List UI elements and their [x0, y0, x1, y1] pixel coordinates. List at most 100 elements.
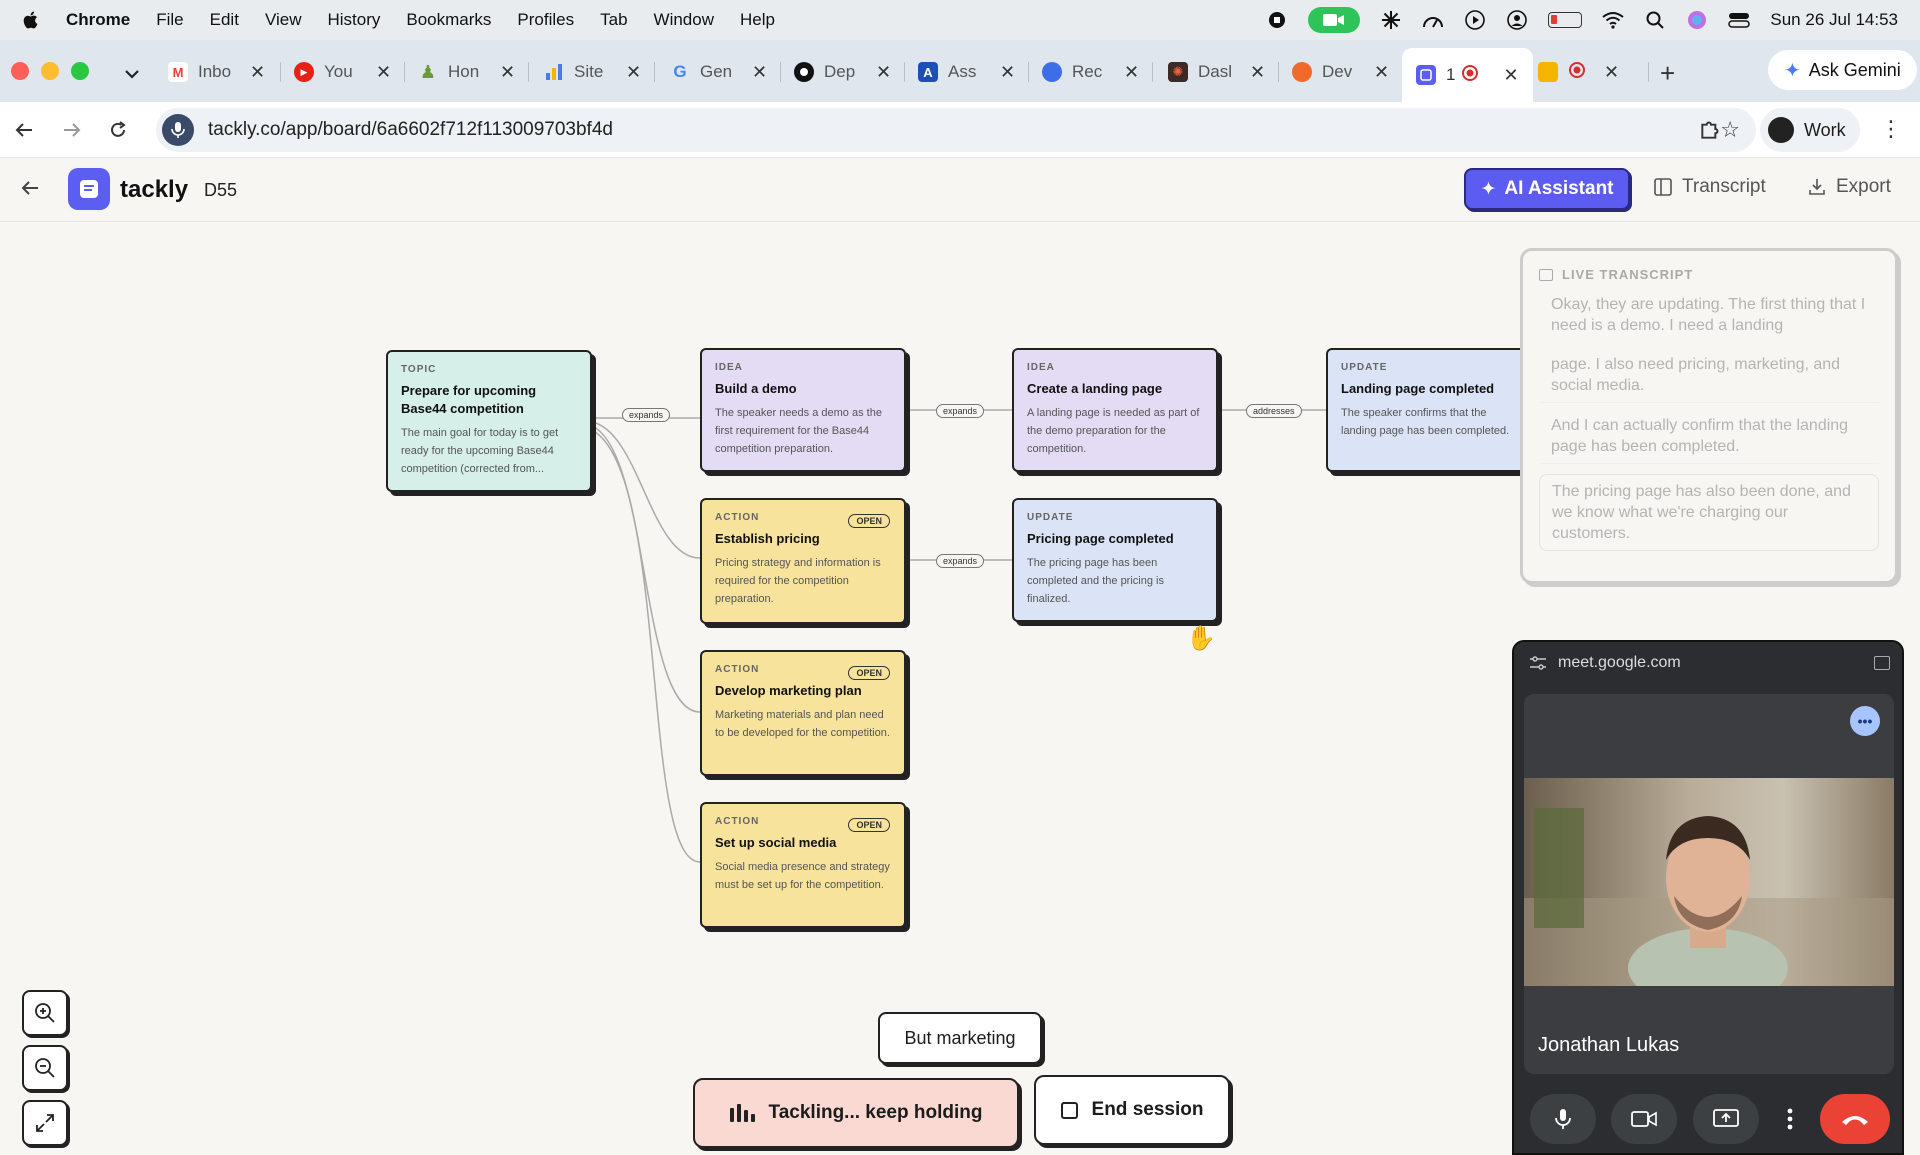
- action-card[interactable]: ACTION OPEN Set up social media Social m…: [700, 802, 906, 928]
- close-icon[interactable]: ✕: [1250, 62, 1265, 83]
- zoom-out-button[interactable]: [22, 1045, 68, 1091]
- extensions-icon[interactable]: [1698, 116, 1724, 142]
- transcript-button[interactable]: Transcript: [1654, 176, 1766, 198]
- tab-label: Dev: [1322, 62, 1353, 81]
- close-icon[interactable]: ✕: [1124, 62, 1139, 83]
- card-type: UPDATE: [1027, 512, 1074, 523]
- export-label: Export: [1836, 176, 1891, 197]
- new-tab-button[interactable]: +: [1660, 58, 1675, 89]
- end-call-button[interactable]: [1820, 1094, 1891, 1144]
- tab-tackly-active[interactable]: 1 ✕: [1402, 48, 1533, 102]
- mic-toggle-button[interactable]: [1529, 1094, 1596, 1144]
- profile-button[interactable]: Work: [1760, 108, 1860, 152]
- tab-recording[interactable]: Rec ✕: [1042, 52, 1139, 92]
- close-icon[interactable]: ✕: [500, 62, 515, 83]
- meet-pip-window[interactable]: meet.google.com ••• Jonathan Lukas: [1512, 640, 1904, 1155]
- tab-youtube[interactable]: ▶ You ✕: [294, 52, 391, 92]
- fit-view-button[interactable]: [22, 1100, 68, 1146]
- more-options-icon[interactable]: •••: [1850, 706, 1880, 736]
- close-icon[interactable]: ✕: [250, 62, 265, 83]
- siri-icon[interactable]: [1686, 9, 1708, 31]
- close-icon[interactable]: ✕: [1503, 65, 1518, 86]
- transcript-line: page. I also need pricing, marketing, an…: [1539, 348, 1879, 403]
- play-icon[interactable]: [1464, 9, 1486, 31]
- download-icon: [1809, 179, 1825, 195]
- url-text[interactable]: tackly.co/app/board/6a6602f712f113009703…: [208, 119, 613, 141]
- control-center-icon[interactable]: [1728, 9, 1751, 31]
- menu-app-name[interactable]: Chrome: [66, 10, 130, 30]
- reload-button[interactable]: [104, 116, 132, 144]
- tab-chess[interactable]: ♟ Hon ✕: [418, 52, 515, 92]
- gauge-icon[interactable]: [1422, 9, 1444, 31]
- asterisk-icon[interactable]: [1380, 9, 1402, 31]
- export-button[interactable]: Export: [1808, 176, 1891, 198]
- tab-search-button[interactable]: [124, 54, 140, 94]
- transcript-label: Transcript: [1682, 176, 1766, 197]
- present-screen-button[interactable]: [1692, 1094, 1759, 1144]
- tab-google[interactable]: G Gen ✕: [670, 52, 767, 92]
- idea-card[interactable]: IDEA Create a landing page A landing pag…: [1012, 348, 1218, 472]
- close-icon[interactable]: ✕: [876, 62, 891, 83]
- window-close-button[interactable]: [11, 62, 29, 80]
- tab-atlassian[interactable]: A Ass ✕: [918, 52, 1015, 92]
- menu-view[interactable]: View: [265, 10, 302, 30]
- chrome-menu-icon[interactable]: ⋮: [1880, 116, 1902, 142]
- topic-card[interactable]: TOPIC Prepare for upcoming Base44 compet…: [386, 350, 592, 492]
- apple-icon[interactable]: [20, 9, 42, 31]
- close-icon[interactable]: ✕: [1374, 62, 1389, 83]
- close-icon[interactable]: ✕: [752, 62, 767, 83]
- tab-github[interactable]: Dep ✕: [794, 52, 891, 92]
- tab-meet[interactable]: ✕: [1538, 52, 1619, 92]
- zoom-in-button[interactable]: [22, 990, 68, 1036]
- window-zoom-button[interactable]: [71, 62, 89, 80]
- tab-analytics[interactable]: Site ✕: [544, 52, 641, 92]
- menu-help[interactable]: Help: [740, 10, 775, 30]
- menu-tab[interactable]: Tab: [600, 10, 627, 30]
- board-name[interactable]: D55: [204, 180, 237, 201]
- brand-name: tackly: [120, 176, 189, 203]
- close-icon[interactable]: ✕: [376, 62, 391, 83]
- menu-file[interactable]: File: [156, 10, 183, 30]
- idea-card[interactable]: IDEA Build a demo The speaker needs a de…: [700, 348, 906, 472]
- screen-record-icon[interactable]: [1266, 9, 1288, 31]
- tackling-hold-button[interactable]: Tackling... keep holding: [693, 1078, 1019, 1148]
- menu-window[interactable]: Window: [654, 10, 714, 30]
- address-bar[interactable]: tackly.co/app/board/6a6602f712f113009703…: [156, 108, 1756, 152]
- action-card[interactable]: ACTION OPEN Develop marketing plan Marke…: [700, 650, 906, 776]
- update-card[interactable]: UPDATE Landing page completed The speake…: [1326, 348, 1532, 472]
- menu-edit[interactable]: Edit: [210, 10, 239, 30]
- user-account-icon[interactable]: [1506, 9, 1528, 31]
- site-settings-icon[interactable]: [1530, 656, 1546, 670]
- tackly-logo[interactable]: [68, 168, 110, 210]
- close-icon[interactable]: ✕: [626, 62, 641, 83]
- ask-gemini-button[interactable]: ✦ Ask Gemini: [1768, 50, 1917, 90]
- more-options-button[interactable]: [1775, 1094, 1805, 1144]
- spotlight-search-icon[interactable]: [1644, 9, 1666, 31]
- ai-assistant-button[interactable]: ✦ AI Assistant: [1464, 168, 1630, 210]
- close-icon[interactable]: ✕: [1000, 62, 1015, 83]
- camera-toggle-button[interactable]: [1611, 1094, 1678, 1144]
- facetime-camera-icon[interactable]: [1308, 7, 1361, 33]
- forward-button[interactable]: [58, 116, 86, 144]
- action-card[interactable]: ACTION OPEN Establish pricing Pricing st…: [700, 498, 906, 624]
- present-screen-icon: [1713, 1109, 1739, 1127]
- menu-profiles[interactable]: Profiles: [517, 10, 574, 30]
- window-minimize-button[interactable]: [41, 62, 59, 80]
- tab-gmail[interactable]: M Inbo ✕: [168, 52, 265, 92]
- tab-dashboard[interactable]: ✺ Dasl ✕: [1168, 52, 1265, 92]
- battery-icon[interactable]: [1548, 12, 1583, 28]
- menu-history[interactable]: History: [327, 10, 380, 30]
- end-session-button[interactable]: End session: [1034, 1075, 1230, 1145]
- back-arrow-icon[interactable]: [20, 178, 40, 204]
- back-to-tab-icon[interactable]: [1874, 656, 1890, 670]
- menu-clock[interactable]: Sun 26 Jul 14:53: [1770, 10, 1898, 30]
- back-button[interactable]: [10, 116, 38, 144]
- menu-bookmarks[interactable]: Bookmarks: [406, 10, 491, 30]
- microphone-icon[interactable]: [162, 114, 194, 146]
- tab-dev[interactable]: Dev ✕: [1292, 52, 1389, 92]
- close-icon[interactable]: ✕: [1604, 62, 1619, 83]
- update-card[interactable]: UPDATE Pricing page completed The pricin…: [1012, 498, 1218, 622]
- wifi-icon[interactable]: [1602, 9, 1625, 31]
- live-transcript-panel[interactable]: LIVE TRANSCRIPT Okay, they are updating.…: [1520, 248, 1898, 584]
- recording-dot-icon: [1461, 64, 1479, 87]
